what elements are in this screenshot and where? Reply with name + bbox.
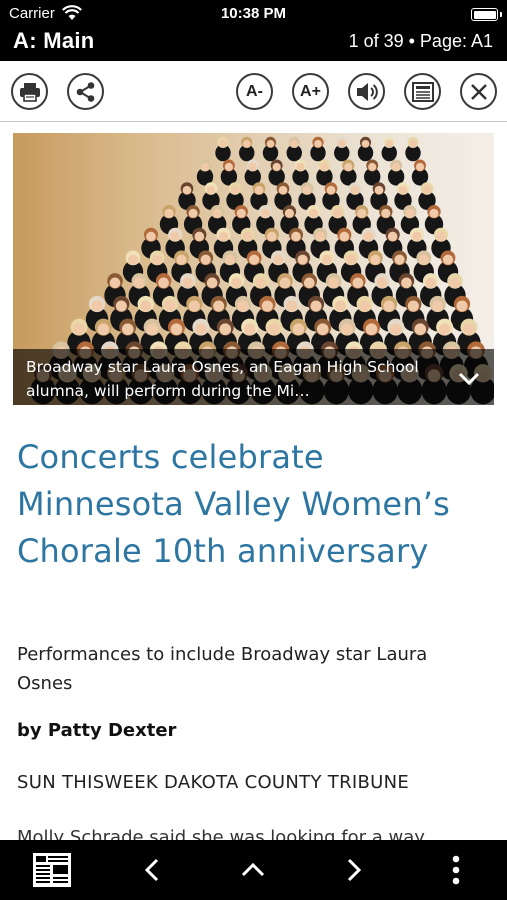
top-bar: Carrier 10:38 PM A: Main 1 of 39 • Page:… bbox=[0, 0, 507, 61]
next-article-button[interactable] bbox=[329, 840, 379, 900]
print-button[interactable] bbox=[11, 73, 48, 110]
photo-caption: Broadway star Laura Osnes, an Eagan High… bbox=[13, 349, 494, 405]
chevron-down-icon[interactable] bbox=[456, 365, 482, 391]
up-button[interactable] bbox=[228, 840, 278, 900]
article-toolbar: A- A+ bbox=[0, 61, 507, 122]
increase-font-label: A+ bbox=[300, 82, 321, 100]
chevron-up-icon bbox=[241, 862, 265, 877]
battery-icon bbox=[471, 8, 502, 21]
page-view-button[interactable] bbox=[404, 73, 441, 110]
close-icon bbox=[470, 83, 487, 100]
chevron-right-icon bbox=[347, 858, 362, 882]
article-byline: by Patty Dexter bbox=[17, 720, 177, 741]
article-headline: Concerts celebrate Minnesota Valley Wome… bbox=[17, 438, 451, 570]
previous-article-button[interactable] bbox=[127, 840, 177, 900]
clock: 10:38 PM bbox=[220, 5, 287, 22]
close-button[interactable] bbox=[460, 73, 497, 110]
share-button[interactable] bbox=[67, 73, 104, 110]
share-icon bbox=[76, 81, 94, 102]
chevron-left-icon bbox=[144, 858, 159, 882]
article-photo[interactable]: Broadway star Laura Osnes, an Eagan High… bbox=[13, 133, 494, 405]
more-options-button[interactable] bbox=[434, 840, 478, 900]
bottom-navigation bbox=[0, 840, 507, 900]
speaker-icon bbox=[356, 82, 378, 101]
more-vertical-icon bbox=[452, 855, 460, 885]
newspaper-icon bbox=[33, 853, 71, 887]
article-source: SUN THISWEEK DAKOTA COUNTY TRIBUNE bbox=[17, 772, 410, 793]
article-subheadline: Performances to include Broadway star La… bbox=[17, 644, 428, 694]
status-bar: Carrier 10:38 PM bbox=[0, 0, 507, 28]
decrease-font-label: A- bbox=[246, 82, 263, 100]
newspaper-button[interactable] bbox=[22, 840, 82, 900]
audio-button[interactable] bbox=[348, 73, 385, 110]
newspaper-page-icon bbox=[411, 81, 434, 102]
page-indicator: 1 of 39 • Page: A1 bbox=[348, 31, 493, 51]
section-title[interactable]: A: Main bbox=[13, 28, 95, 54]
decrease-font-button[interactable]: A- bbox=[236, 73, 273, 110]
printer-icon bbox=[19, 82, 40, 102]
increase-font-button[interactable]: A+ bbox=[292, 73, 329, 110]
